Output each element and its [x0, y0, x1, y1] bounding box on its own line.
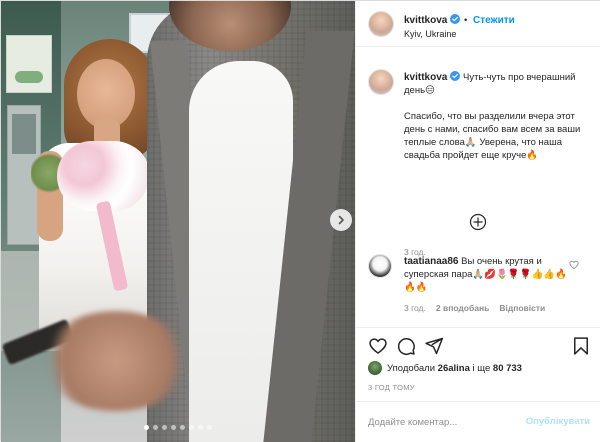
heart-icon[interactable] [368, 336, 388, 356]
comment-icon[interactable] [396, 336, 416, 356]
carousel-dots [1, 425, 355, 430]
carousel-next-button[interactable] [330, 209, 352, 231]
caption-text-line-3: Спасибо, что вы разделили вчера этот ден… [404, 111, 581, 161]
post-location[interactable]: Kyiv, Ukraine [404, 29, 456, 39]
likes-summary: Уподобали 26alina і ще 80 733 [368, 361, 522, 375]
carousel-dot [189, 425, 194, 430]
header-separator: • [464, 15, 468, 26]
carousel-dot [198, 425, 203, 430]
carousel-dot [153, 425, 158, 430]
comment-timestamp[interactable]: 3 год. [404, 303, 426, 313]
comment-body: taatianaa86 Вы очень крутая и суперская … [404, 255, 572, 294]
publish-button[interactable]: Опублікувати [526, 416, 590, 427]
likes-user[interactable]: 26alina [438, 363, 470, 374]
post-photo[interactable] [1, 1, 355, 442]
likes-middle: і ще [469, 362, 493, 374]
comment-meta: 3 год. 2 вподобань Відповісти [404, 303, 545, 313]
carousel-dot [171, 425, 176, 430]
likes-prefix: Уподобали [387, 362, 438, 374]
plus-circle-icon[interactable] [469, 213, 487, 231]
header-line: kvittkova • Стежити [404, 14, 515, 26]
caption-body: kvittkova Чуть-чуть про вчерашний день😑 … [404, 71, 590, 162]
post-side-panel: kvittkova • Стежити Kyiv, Ukraine kvittk… [355, 1, 600, 442]
commenter-username[interactable]: taatianaa86 [404, 256, 458, 267]
post-dialog: kvittkova • Стежити Kyiv, Ukraine kvittk… [0, 0, 600, 442]
reply-button[interactable]: Відповісти [499, 303, 545, 313]
carousel-dot [162, 425, 167, 430]
comment-likes[interactable]: 2 вподобань [436, 303, 489, 313]
caption-username[interactable]: kvittkova [404, 72, 447, 83]
verified-badge-icon [450, 14, 461, 24]
commenter-avatar[interactable] [368, 254, 392, 278]
post-header: kvittkova • Стежити Kyiv, Ukraine [356, 1, 600, 47]
comment-heart-icon[interactable] [569, 260, 579, 270]
chevron-right-icon [338, 215, 344, 225]
add-comment-bar: Опублікувати [356, 401, 600, 442]
caption-avatar[interactable] [368, 69, 394, 95]
carousel-dot [144, 425, 149, 430]
carousel-dot [180, 425, 185, 430]
likes-count[interactable]: 80 733 [493, 363, 522, 374]
comment-input[interactable] [368, 412, 518, 432]
liker-avatar[interactable] [368, 361, 382, 375]
bookmark-icon[interactable] [571, 336, 591, 356]
author-username[interactable]: kvittkova [404, 15, 447, 26]
follow-button[interactable]: Стежити [473, 15, 515, 26]
carousel-dot [207, 425, 212, 430]
caption-text-line-2 [404, 97, 590, 110]
bouquet [57, 141, 149, 211]
post-timestamp[interactable]: 3 ГОД ТОМУ [368, 383, 415, 392]
post-actions [356, 327, 600, 361]
share-icon[interactable] [424, 336, 444, 356]
author-avatar[interactable] [368, 11, 394, 37]
groom-hand [41, 311, 191, 411]
photo-poster [6, 35, 52, 93]
verified-badge-icon [450, 71, 461, 81]
